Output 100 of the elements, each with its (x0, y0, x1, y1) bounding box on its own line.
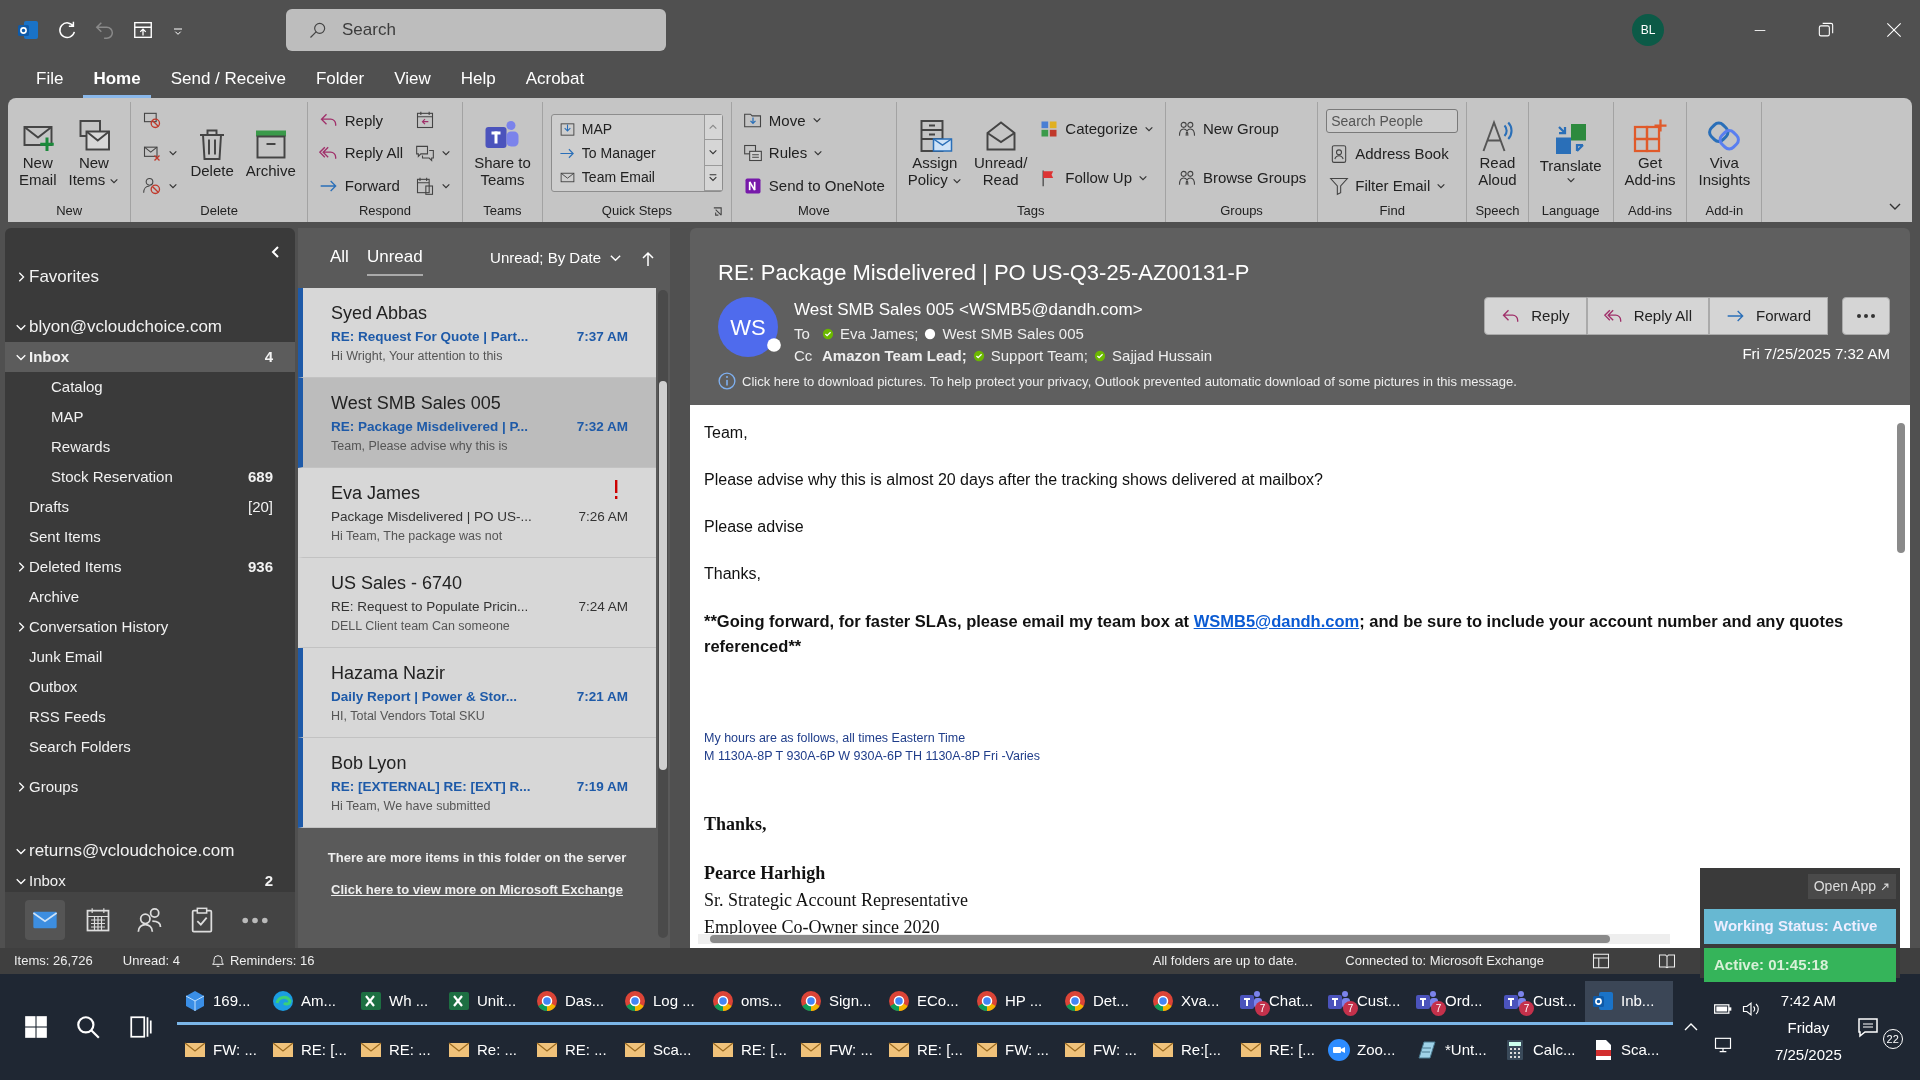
folder-item[interactable]: Inbox 2 (5, 866, 295, 892)
folder-item[interactable]: Drafts [20] (5, 492, 295, 522)
taskbar-item[interactable]: RE: ... (529, 1029, 617, 1074)
folder-item[interactable]: Conversation History (5, 612, 295, 642)
sort-dropdown[interactable]: Unread; By Date (490, 249, 622, 267)
folder-item[interactable]: Sent Items (5, 522, 295, 552)
taskbar-item[interactable]: RE: ... (353, 1029, 441, 1074)
taskbar-item[interactable]: Calc... (1497, 1029, 1585, 1074)
taskbar-item[interactable]: Am... (265, 980, 353, 1025)
scrollbar[interactable] (658, 290, 668, 938)
menu-tab[interactable]: Help (450, 61, 506, 98)
recipient-name[interactable]: Amazon Team Lead; (822, 345, 967, 368)
taskbar-item[interactable]: Re: ... (441, 1029, 529, 1074)
ribbon-button[interactable]: Rules (739, 142, 888, 164)
expand-button[interactable] (704, 165, 722, 191)
filter-tab[interactable]: Unread (366, 240, 423, 276)
taskbar-item[interactable]: Det... (1057, 980, 1145, 1025)
ribbon-button[interactable]: Archive (242, 124, 299, 182)
ribbon-button[interactable]: Forward (315, 174, 407, 197)
scrollbar[interactable] (698, 934, 1670, 944)
taskbar-item[interactable]: Inb... (1585, 980, 1673, 1025)
folder-item[interactable]: MAP (5, 402, 295, 432)
ribbon-button[interactable]: Reply All (315, 142, 407, 164)
action-button[interactable]: Reply (1484, 297, 1587, 335)
taskbar-item[interactable]: RE: [... (705, 1029, 793, 1074)
ribbon-button[interactable]: Move (739, 109, 888, 132)
folder-item[interactable]: Archive (5, 582, 295, 612)
menu-tab[interactable]: Acrobat (515, 61, 595, 98)
menu-tab[interactable]: View (384, 61, 441, 98)
taskbar-item[interactable]: Unit... (441, 980, 529, 1025)
search-people-field[interactable]: Search People (1326, 109, 1459, 133)
task-view-button[interactable] (127, 1014, 154, 1040)
search-field[interactable]: Search (286, 9, 666, 51)
taskbar-item[interactable]: Das... (529, 980, 617, 1025)
folder-item[interactable]: Rewards (5, 432, 295, 462)
taskbar-item[interactable]: FW: ... (177, 1029, 265, 1074)
scroll-down-button[interactable] (704, 140, 722, 166)
quick-step[interactable]: To Manager (555, 143, 700, 163)
recipient-name[interactable]: Support Team; (990, 345, 1089, 368)
taskbar-item[interactable]: Re:[... (1145, 1029, 1233, 1074)
ribbon-button[interactable]: Follow Up (1036, 166, 1157, 189)
taskbar-item[interactable]: FW: ... (969, 1029, 1057, 1074)
taskbar-item[interactable]: Wh ... (353, 980, 441, 1025)
taskbar-item[interactable]: RE: [... (1233, 1029, 1321, 1074)
normal-view-button[interactable] (1592, 952, 1610, 970)
email-link[interactable]: WSMB5@dandh.com (1193, 612, 1360, 630)
reading-view-button[interactable] (1658, 952, 1676, 970)
taskbar-item[interactable]: *Unt... (1409, 1029, 1497, 1074)
ribbon-button[interactable]: Categorize (1036, 117, 1157, 140)
taskbar-item[interactable]: 7 Cust... (1321, 980, 1409, 1025)
account-avatar[interactable]: BL (1632, 14, 1664, 46)
ribbon-button[interactable]: Assign Policy (904, 115, 965, 191)
account-header[interactable]: returns@vcloudchoice.com (5, 836, 295, 866)
ribbon-button[interactable]: Share to Teams (471, 115, 534, 191)
folder-item[interactable]: Stock Reservation 689 (5, 462, 295, 492)
action-button[interactable]: Reply All (1586, 297, 1709, 335)
menu-tab[interactable]: Send / Receive (160, 61, 296, 98)
taskbar-item[interactable]: oms... (705, 980, 793, 1025)
recipient-name[interactable]: West SMB Sales 005 (942, 322, 1084, 345)
ribbon-button[interactable]: Translate (1536, 119, 1605, 187)
ribbon-button[interactable]: Unread/ Read (970, 115, 1031, 191)
start-button[interactable] (23, 1014, 50, 1040)
taskbar-item[interactable]: FW: ... (1057, 1029, 1145, 1074)
recipient-name[interactable]: Eva James; (840, 322, 919, 345)
ribbon-button[interactable]: New Group (1173, 117, 1310, 140)
ribbon-button[interactable]: Viva Insights (1695, 115, 1754, 191)
message-item[interactable]: Bob Lyon RE: [EXTERNAL] RE: [EXT] R... 7:19 AM Hi Team, We have submitted (298, 738, 656, 828)
open-app-button[interactable]: Open App (1807, 874, 1896, 899)
taskbar-item[interactable]: FW: ... (793, 1029, 881, 1074)
taskbar-item[interactable]: 7 Chat... (1233, 980, 1321, 1025)
folder-item[interactable]: Catalog (5, 372, 295, 402)
search-button[interactable] (75, 1014, 102, 1040)
quick-step[interactable]: Team Email (555, 167, 700, 187)
taskbar-item[interactable]: 169... (177, 980, 265, 1025)
account-header[interactable]: blyon@vcloudchoice.com (5, 312, 295, 342)
folder-item[interactable]: Outbox (5, 672, 295, 702)
refresh-button[interactable] (56, 19, 78, 41)
action-button[interactable]: Forward (1709, 297, 1828, 335)
folder-item[interactable]: Deleted Items 936 (5, 552, 295, 582)
exchange-link[interactable]: Click here to view more on Microsoft Exchange (331, 881, 623, 897)
quick-step[interactable]: MAP (555, 119, 700, 139)
message-item[interactable]: Eva James Package Misdelivered | PO US-... 7:26 AM Hi Team, The package was not (298, 468, 656, 558)
close-button[interactable] (1884, 20, 1904, 40)
ribbon-button[interactable]: Address Book (1326, 143, 1459, 165)
ribbon-button[interactable]: Read Aloud (1475, 115, 1520, 191)
folder-item[interactable]: Inbox 4 (5, 342, 295, 372)
taskbar-item[interactable]: ECo... (881, 980, 969, 1025)
folder-item[interactable]: Search Folders (5, 732, 295, 762)
taskbar-item[interactable]: Xva... (1145, 980, 1233, 1025)
taskbar-item[interactable]: HP ... (969, 980, 1057, 1025)
more-actions-button[interactable] (1842, 297, 1890, 335)
taskbar-item[interactable]: Sca... (617, 1029, 705, 1074)
menu-tab[interactable]: Folder (305, 61, 375, 98)
ribbon-button[interactable]: Send to OneNote (739, 174, 888, 197)
download-pictures-notice[interactable]: Click here to download pictures. To help protect your privacy, Outlook prevented automatic download of some pictures in this message. (742, 371, 1517, 391)
ribbon-button[interactable]: Filter Email (1326, 175, 1459, 197)
folder-item[interactable]: RSS Feeds (5, 702, 295, 732)
taskbar-item[interactable]: 7 Ord... (1409, 980, 1497, 1025)
taskbar-item[interactable]: Sign... (793, 980, 881, 1025)
ribbon-button[interactable]: New Email (16, 115, 60, 191)
